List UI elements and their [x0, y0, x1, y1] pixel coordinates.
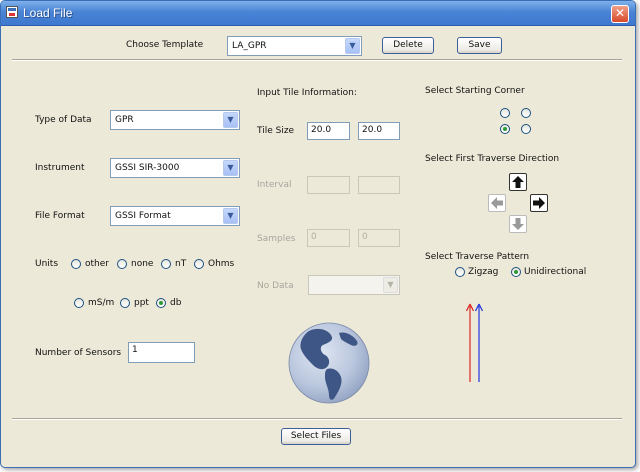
type-of-data-select[interactable]: GPR ▼: [110, 110, 240, 130]
top-divider: [12, 59, 622, 61]
arrow-up-icon: [512, 176, 524, 188]
tile-size-x-input[interactable]: 20.0: [307, 122, 350, 140]
pattern-zigzag-label: Zigzag: [468, 267, 499, 277]
units-nt-label: nT: [175, 259, 187, 269]
traverse-direction-label: Select First Traverse Direction: [425, 154, 560, 164]
chevron-down-icon: ▼: [223, 112, 238, 128]
units-ohms-radio[interactable]: [194, 259, 204, 269]
select-files-button[interactable]: Select Files: [281, 428, 351, 445]
samples-y-input[interactable]: 0: [358, 229, 400, 247]
type-of-data-label: Type of Data: [35, 115, 92, 125]
units-db-radio[interactable]: [156, 298, 166, 308]
close-icon: ✕: [614, 6, 626, 20]
file-format-value: GSSI Format: [115, 211, 171, 221]
interval-label: Interval: [257, 180, 292, 190]
units-nt-radio[interactable]: [161, 259, 171, 269]
arrow-left-icon: [491, 197, 503, 209]
number-of-sensors-label: Number of Sensors: [35, 348, 122, 358]
direction-left-button[interactable]: [488, 194, 506, 212]
corner-top-left-radio[interactable]: [500, 108, 510, 118]
chevron-down-icon: ▼: [223, 208, 238, 224]
samples-label: Samples: [257, 234, 296, 244]
interval-x-input[interactable]: [307, 176, 350, 194]
window-title: Load File: [23, 6, 73, 20]
direction-down-button[interactable]: [509, 215, 527, 233]
type-of-data-value: GPR: [115, 115, 134, 125]
template-select-value: LA_GPR: [232, 41, 267, 51]
tile-size-label: Tile Size: [257, 126, 295, 136]
load-file-window: Load File ✕ Choose Template LA_GPR ▼ Del…: [0, 0, 636, 468]
choose-template-label: Choose Template: [126, 40, 204, 50]
direction-right-button[interactable]: [530, 194, 548, 212]
delete-button[interactable]: Delete: [382, 37, 434, 54]
pattern-zigzag-radio[interactable]: [455, 267, 465, 277]
traverse-pattern-label: Select Traverse Pattern: [425, 252, 530, 262]
pattern-unidirectional-label: Unidirectional: [524, 267, 587, 277]
units-none-radio[interactable]: [117, 259, 127, 269]
starting-corner-label: Select Starting Corner: [425, 86, 525, 96]
tile-size-y-input[interactable]: 20.0: [358, 122, 400, 140]
close-button[interactable]: ✕: [611, 5, 629, 23]
number-of-sensors-input[interactable]: 1: [128, 342, 195, 363]
arrow-right-icon: [533, 197, 545, 209]
file-format-select[interactable]: GSSI Format ▼: [110, 206, 240, 226]
corner-top-right-radio[interactable]: [521, 108, 531, 118]
tile-info-header: Input Tile Information:: [257, 88, 357, 98]
corner-bottom-right-radio[interactable]: [521, 124, 531, 134]
chevron-down-icon: ▼: [223, 160, 238, 176]
units-other-radio[interactable]: [71, 259, 81, 269]
traverse-preview: [465, 303, 484, 382]
interval-y-input[interactable]: [358, 176, 400, 194]
units-ppt-radio[interactable]: [120, 298, 130, 308]
save-button[interactable]: Save: [457, 37, 502, 54]
bottom-divider: [12, 418, 622, 420]
chevron-down-icon: ▼: [345, 38, 360, 54]
units-none-label: none: [131, 259, 154, 269]
units-ohms-label: Ohms: [208, 259, 235, 269]
no-data-label: No Data: [257, 281, 294, 291]
app-icon: [6, 6, 18, 18]
file-format-label: File Format: [35, 211, 85, 221]
instrument-select[interactable]: GSSI SIR-3000 ▼: [110, 158, 240, 178]
chevron-down-icon: ▼: [383, 277, 398, 293]
units-msm-radio[interactable]: [74, 298, 84, 308]
arrow-down-icon: [512, 218, 524, 230]
instrument-value: GSSI SIR-3000: [115, 163, 180, 173]
units-ppt-label: ppt: [134, 298, 149, 308]
globe-icon: [288, 322, 370, 404]
instrument-label: Instrument: [35, 163, 85, 173]
dialog-content: Choose Template LA_GPR ▼ Delete Save Typ…: [6, 30, 628, 462]
units-label: Units: [35, 259, 59, 269]
template-select[interactable]: LA_GPR ▼: [227, 36, 362, 56]
pattern-unidirectional-radio[interactable]: [511, 267, 521, 277]
units-msm-label: mS/m: [88, 298, 115, 308]
units-db-label: db: [170, 298, 182, 308]
title-bar[interactable]: Load File ✕: [1, 1, 635, 26]
samples-x-input[interactable]: 0: [307, 229, 350, 247]
no-data-select[interactable]: ▼: [308, 275, 400, 295]
direction-up-button[interactable]: [509, 173, 527, 191]
corner-bottom-left-radio[interactable]: [500, 124, 510, 134]
units-other-label: other: [85, 259, 109, 269]
